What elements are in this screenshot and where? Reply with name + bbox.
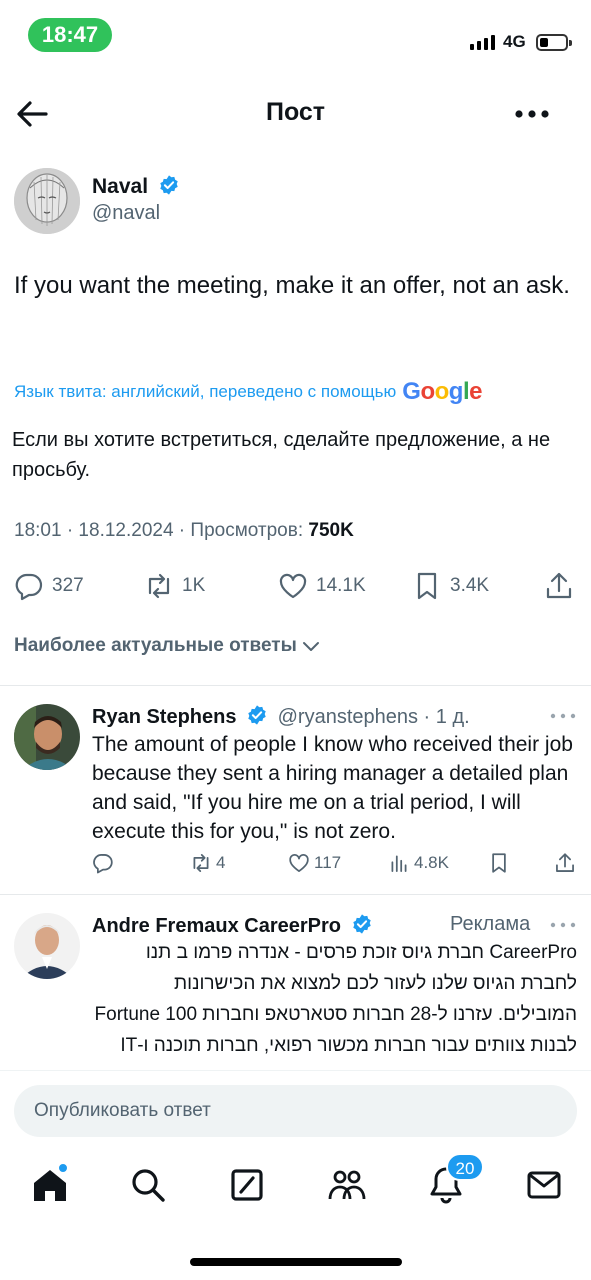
share-icon (546, 572, 572, 599)
ad-author-name[interactable]: Andre Fremaux CareerPro (92, 915, 341, 937)
home-indicator[interactable] (190, 1258, 402, 1266)
bookmark-icon (492, 853, 506, 873)
post-timestamp: 18:01 · 18.12.2024 · Просмотров: (14, 520, 304, 541)
verified-badge-icon (158, 174, 180, 196)
network-type: 4G (503, 32, 526, 51)
search-icon (132, 1169, 165, 1202)
more-horizontal-icon[interactable] (512, 98, 552, 130)
ad-header: Andre Fremaux CareerPro (92, 913, 373, 938)
tab-notifications[interactable]: 20 (424, 1153, 484, 1207)
reply-item[interactable]: Ryan Stephens @ryanstephens · 1 д. The a… (0, 686, 591, 894)
reply-handle: @ryanstephens · 1 д. (277, 706, 470, 728)
bookmark-button[interactable]: 3.4K (412, 566, 489, 606)
repost-button[interactable]: 1K (144, 566, 205, 606)
chevron-down-icon (302, 642, 319, 651)
repost-icon (148, 573, 170, 599)
reply-actions: 4 117 4.8K (92, 852, 582, 882)
translation-note[interactable]: Язык твита: английский, переведено с пом… (14, 378, 574, 406)
avatar[interactable] (14, 168, 80, 234)
view-count: 750K (308, 520, 354, 541)
heart-icon (279, 573, 307, 599)
more-horizontal-icon[interactable] (548, 917, 578, 933)
repost-button[interactable]: 4 (190, 852, 225, 874)
tab-messages[interactable] (522, 1163, 566, 1207)
tab-compose[interactable] (225, 1163, 269, 1207)
notifications-badge: 20 (446, 1153, 484, 1181)
battery-icon (536, 34, 572, 51)
reply-author-name[interactable]: Ryan Stephens (92, 706, 236, 728)
verified-badge-icon (351, 913, 373, 935)
reply-icon (93, 854, 113, 874)
tab-communities[interactable] (325, 1163, 369, 1207)
post-author[interactable]: Naval @naval (14, 168, 574, 234)
post-actions: 327 1K 14.1K 3.4K (14, 566, 576, 606)
author-name[interactable]: Naval (92, 174, 180, 199)
heart-icon (289, 854, 309, 872)
analytics-icon (391, 855, 407, 872)
translated-text: Если вы хотите встретиться, сделайте пре… (12, 429, 551, 481)
page-title: Пост (265, 98, 326, 126)
bookmark-icon (417, 572, 437, 600)
ad-label: Реклама (450, 913, 531, 935)
share-icon (556, 853, 574, 872)
share-button[interactable] (554, 852, 580, 874)
ad-text: CareerPro חברת גיוס זוכת פרסים - אנדרה פ… (94, 942, 577, 1056)
tab-bar: 20 (0, 1153, 591, 1223)
tab-search[interactable] (126, 1163, 170, 1207)
reply-icon (15, 573, 43, 601)
unread-dot (58, 1163, 68, 1173)
messages-icon (527, 1171, 561, 1199)
tab-home[interactable] (28, 1163, 72, 1207)
status-time: 18:47 (28, 18, 112, 52)
post-text: If you want the meeting, make it an offe… (14, 272, 570, 299)
translation-label: Язык твита: английский, переведено с пом… (14, 382, 397, 401)
post-meta: 18:01 · 18.12.2024 · Просмотров: 750K (14, 520, 354, 542)
google-logo: Google (402, 378, 482, 405)
compose-icon (231, 1169, 263, 1201)
reply-button[interactable] (92, 852, 118, 874)
views-button[interactable]: 4.8K (388, 852, 449, 874)
avatar[interactable] (14, 704, 80, 770)
like-button[interactable]: 14.1K (278, 566, 366, 606)
reply-input[interactable]: Опубликовать ответ (14, 1085, 577, 1137)
more-horizontal-icon[interactable] (548, 708, 578, 724)
avatar[interactable] (14, 913, 80, 979)
share-button[interactable] (544, 566, 582, 606)
bottom-area: Опубликовать ответ 20 (0, 1070, 591, 1280)
reply-header: Ryan Stephens @ryanstephens · 1 д. (92, 704, 470, 729)
reply-text: The amount of people I know who received… (92, 733, 573, 843)
bookmark-button[interactable] (488, 852, 514, 874)
replies-sort-dropdown[interactable]: Наиболее актуальные ответы (14, 635, 321, 657)
verified-badge-icon (246, 704, 268, 726)
repost-icon (193, 854, 209, 872)
like-button[interactable]: 117 (288, 852, 341, 874)
header: Пост (0, 86, 591, 142)
promoted-item[interactable]: Andre Fremaux CareerPro Реклама CareerPr… (0, 895, 591, 1070)
author-handle: @naval (92, 202, 161, 224)
reply-button[interactable]: 327 (14, 566, 84, 606)
signal-icon (470, 35, 495, 50)
status-bar: 18:47 4G (0, 0, 591, 70)
communities-icon (328, 1170, 366, 1200)
